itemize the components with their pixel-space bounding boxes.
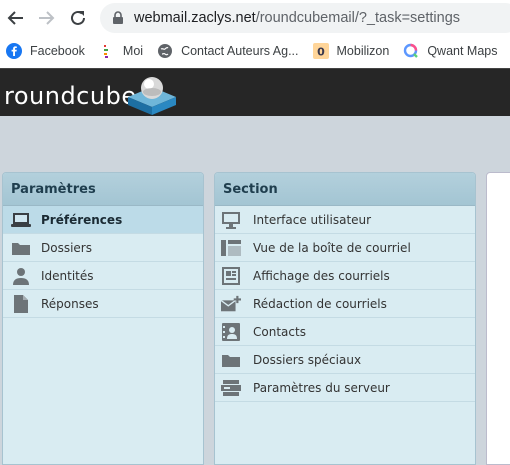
section-item-label: Paramètres du serveur	[253, 380, 390, 395]
bookmark-qwant-maps[interactable]: Qwant Maps	[403, 40, 497, 62]
settings-list: Préférences Dossiers Identités Réponses	[3, 206, 203, 318]
preferences-frame	[486, 172, 510, 465]
message-view-icon	[221, 266, 241, 286]
section-item-mailbox-view[interactable]: Vue de la boîte de courriel	[215, 234, 475, 262]
settings-item-label: Réponses	[41, 296, 99, 311]
settings-item-label: Dossiers	[41, 240, 92, 255]
reload-icon	[71, 10, 85, 25]
lock-icon	[113, 11, 123, 24]
browser-navbar: webmail.zaclys.net/roundcubemail/?_task=…	[0, 0, 510, 36]
monitor-icon	[11, 210, 31, 230]
bookmark-icon	[99, 43, 115, 59]
reload-button[interactable]	[66, 6, 90, 30]
roundcube-logo-icon	[128, 77, 176, 115]
section-item-compose[interactable]: Rédaction de courriels	[215, 290, 475, 318]
bookmark-label: Moi	[122, 44, 144, 58]
section-panel-title: Section	[215, 173, 475, 206]
facebook-icon	[6, 43, 22, 59]
bookmark-facebook[interactable]: Facebook	[6, 40, 85, 62]
section-item-label: Vue de la boîte de courriel	[253, 240, 411, 255]
bookmark-label: Mobilizon	[336, 44, 390, 58]
section-item-label: Dossiers spéciaux	[253, 352, 362, 367]
bookmark-moi[interactable]: Moi	[99, 40, 143, 62]
folder-icon	[221, 350, 241, 370]
server-icon	[221, 378, 241, 398]
svg-text:0: 0	[317, 46, 325, 59]
url-host: webmail.zaclys.net	[134, 10, 256, 26]
folder-icon	[11, 238, 31, 258]
settings-panel: Paramètres Préférences Dossiers Identité…	[2, 172, 204, 465]
settings-item-identities[interactable]: Identités	[3, 262, 203, 290]
arrow-left-icon	[7, 11, 23, 25]
forward-button[interactable]	[34, 6, 58, 30]
person-icon	[11, 266, 31, 286]
url-text: webmail.zaclys.net/roundcubemail/?_task=…	[134, 10, 460, 26]
browser-chrome: webmail.zaclys.net/roundcubemail/?_task=…	[0, 0, 510, 68]
document-icon	[11, 294, 31, 314]
compose-icon	[221, 294, 241, 314]
section-item-interface[interactable]: Interface utilisateur	[215, 206, 475, 234]
back-button[interactable]	[4, 6, 28, 30]
section-item-special-folders[interactable]: Dossiers spéciaux	[215, 346, 475, 374]
settings-item-label: Préférences	[41, 212, 123, 227]
settings-item-label: Identités	[41, 268, 94, 283]
globe-icon	[157, 43, 173, 59]
url-path: /roundcubemail/?_task=settings	[255, 10, 461, 26]
section-list: Interface utilisateur Vue de la boîte de…	[215, 206, 475, 402]
section-item-message-display[interactable]: Affichage des courriels	[215, 262, 475, 290]
section-item-label: Interface utilisateur	[253, 212, 372, 227]
settings-panel-title: Paramètres	[3, 173, 203, 206]
section-panel: Section Interface utilisateur Vue de la …	[214, 172, 476, 465]
arrow-right-icon	[39, 11, 55, 25]
app-logo-text: roundcube	[4, 82, 137, 110]
section-item-label: Rédaction de courriels	[253, 296, 387, 311]
contact-card-icon	[221, 322, 241, 342]
bookmark-label: Qwant Maps	[427, 44, 498, 58]
mobilizon-icon: 0	[312, 43, 329, 59]
layout-icon	[221, 238, 241, 258]
address-bar[interactable]: webmail.zaclys.net/roundcubemail/?_task=…	[100, 3, 510, 33]
section-item-server-settings[interactable]: Paramètres du serveur	[215, 374, 475, 402]
bookmark-mobilizon[interactable]: 0 Mobilizon	[312, 40, 390, 62]
bookmarks-bar: Facebook Moi Contact Auteurs Ag... 0 Mob…	[0, 38, 510, 64]
settings-item-folders[interactable]: Dossiers	[3, 234, 203, 262]
bookmark-contact-auteurs[interactable]: Contact Auteurs Ag...	[157, 40, 299, 62]
settings-item-preferences[interactable]: Préférences	[3, 206, 203, 234]
section-item-label: Affichage des courriels	[253, 268, 390, 283]
qwant-icon	[403, 43, 419, 59]
section-item-contacts[interactable]: Contacts	[215, 318, 475, 346]
section-item-label: Contacts	[253, 324, 306, 339]
bookmark-label: Facebook	[30, 44, 85, 58]
bookmark-label: Contact Auteurs Ag...	[181, 44, 299, 58]
settings-item-responses[interactable]: Réponses	[3, 290, 203, 318]
monitor-icon	[221, 210, 241, 230]
app-header: roundcube	[0, 68, 510, 116]
